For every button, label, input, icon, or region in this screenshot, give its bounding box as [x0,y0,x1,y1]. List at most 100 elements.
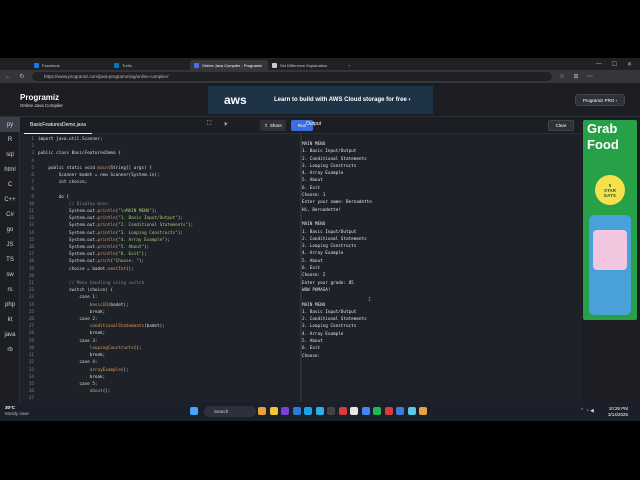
menu-icon[interactable]: ⋯ [586,73,594,80]
aws-banner-ad[interactable]: aws Learn to build with AWS Cloud storag… [208,86,433,114]
app-icon-7[interactable] [327,407,335,415]
extensions-icon[interactable]: ⊞ [572,73,580,80]
output-pane[interactable]: MAIN MENU 1. Basic Input/Output 2. Conditi… [302,134,582,402]
tab-label: Facebook [42,62,60,68]
file-tab[interactable]: BasicFeaturesDemo.java [24,117,92,134]
sidebar-item-9[interactable]: TS [0,252,20,267]
clock-date: 3/14/2025 [608,411,629,417]
code-line: choice = badet.nextInt(); [38,266,134,272]
sidebar-item-11[interactable]: rs [0,282,20,297]
line-number: 23 [28,295,34,301]
app-icon-9[interactable] [350,407,358,415]
badge-eats: EATS [604,192,616,198]
line-number: 9 [31,194,34,200]
sidebar-item-15[interactable]: rb [0,342,20,357]
code-line: public static void main(String[] args) { [38,165,152,171]
sidebar-item-3[interactable]: html [0,162,20,177]
weather-widget[interactable]: 30°C Mostly clear [5,405,29,416]
new-tab-button[interactable]: + [344,60,354,70]
share-button[interactable]: ⇪ Share [260,120,286,131]
line-number: 13 [28,223,34,229]
sidebar-item-5[interactable]: C++ [0,192,20,207]
sidebar-item-4[interactable]: C [0,177,20,192]
code-line: do { [38,194,70,200]
line-number: 18 [28,259,34,265]
system-tray-icons[interactable]: ⌃ ◔ ◀ [580,408,594,414]
sidebar-item-7[interactable]: go [0,222,20,237]
sidebar-item-13[interactable]: kt [0,312,20,327]
start-area [190,407,198,415]
fullscreen-icon[interactable]: ⛶ [207,121,211,128]
app-icon-10[interactable] [361,407,370,415]
windows-taskbar: 30°C Mostly clear Search ⌃ ◔ ◀ 10:26 PM … [0,402,640,421]
line-number: 37 [28,396,34,402]
app-icon-5[interactable] [304,407,312,415]
refresh-icon[interactable]: ↻ [18,73,26,80]
clear-button[interactable]: Clear [548,120,574,131]
site-header: Programiz Online Java Compiler aws Learn… [0,83,640,117]
sidebar-item-12[interactable]: php [0,297,20,312]
app-icon-11[interactable] [373,407,381,415]
line-number: 29 [28,338,34,344]
output-line: 3. Looping Constructs [302,244,357,250]
app-icon-13[interactable] [396,407,404,415]
sidebar-item-0[interactable]: py [0,117,20,132]
app-icon-3[interactable] [281,407,289,415]
sidebar-item-2[interactable]: sql [0,147,20,162]
output-line: 5. About [302,258,323,264]
code-editor[interactable]: 1 2 3 4 5 6 7 8 9 10 11 12 13 14 15 16 17 18 19 20 21 22 23 24 2… [20,134,300,402]
line-number: 25 [28,309,34,315]
url-field[interactable]: https://www.programiz.com/java-programmi… [32,72,552,81]
output-line: MAIN MENU [302,142,326,147]
line-number: 3 [31,151,34,157]
minimize-icon[interactable]: — [596,61,602,68]
close-icon[interactable]: ✕ [627,61,632,68]
output-line: 6. Exit [302,266,321,272]
aws-logo: aws [224,93,247,107]
code-line: System.out.println("6. Exit"); [38,252,147,258]
line-number: 15 [28,237,34,243]
code-line: case 5: [38,381,98,387]
app-icon-2[interactable] [269,407,278,415]
app-icon-4[interactable] [292,407,301,415]
code-line: break; [38,309,106,315]
weather-desc: Mostly clear [5,410,30,416]
app-icon-14[interactable] [407,407,416,415]
tab-trello[interactable]: Trello [110,60,190,70]
sidebar-item-6[interactable]: C# [0,207,20,222]
grabfood-ad[interactable]: Grab Food 5 STAR EATS [583,120,637,320]
tab-label: Set Difference Explanation [280,62,328,68]
windows-start-icon[interactable] [190,407,198,415]
app-icon-8[interactable] [338,407,347,415]
star-icon[interactable]: ☆ [558,73,566,80]
programiz-logo[interactable]: Programiz [20,93,59,102]
app-icon-6[interactable] [315,407,324,415]
tab-facebook[interactable]: Facebook [30,60,110,70]
sidebar-item-10[interactable]: sw [0,267,20,282]
clock[interactable]: 10:26 PM 3/14/2025 [608,406,628,417]
sidebar-item-1[interactable]: R [0,132,20,147]
tab-set-difference[interactable]: Set Difference Explanation [268,60,344,70]
app-icon-15[interactable] [419,407,427,415]
line-number: 11 [28,209,34,215]
code-text[interactable]: import java.util.Scanner; public class B… [38,136,193,402]
output-line: Choose: 1 [302,193,326,199]
programiz-pro-button[interactable]: Programiz PRO › [575,94,625,106]
output-line: Enter your grade: 85 [302,280,354,286]
line-number: 26 [28,317,34,323]
app-icon-1[interactable] [258,407,266,415]
app-icon-12[interactable] [384,407,393,415]
back-icon[interactable]: ← [4,74,12,80]
maximize-icon[interactable]: ☐ [612,61,617,68]
line-number: 2 [31,144,34,150]
theme-icon[interactable]: ☀ [223,121,228,128]
code-line: conditionalStatements(badet); [89,324,165,330]
taskbar-search[interactable]: Search [204,406,256,417]
code-line: int choice; [38,180,88,186]
sidebar-item-8[interactable]: JS [0,237,20,252]
sidebar-item-14[interactable]: java [0,327,20,342]
output-line: 4. Array Example [302,171,344,177]
tab-programiz[interactable]: Online Java Compiler - Programiz [190,60,268,70]
code-line: break; [38,374,106,380]
